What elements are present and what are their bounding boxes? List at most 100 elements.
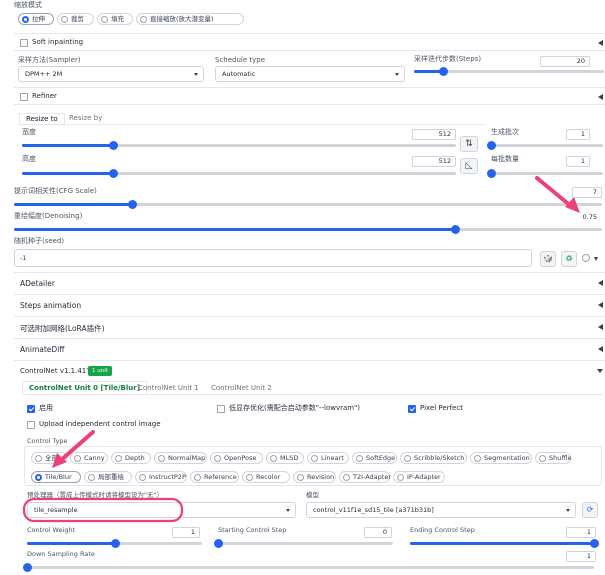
control-type-option-8[interactable]: Scribble/Sketch — [400, 452, 467, 464]
slider-fill — [410, 542, 594, 545]
preprocessor-value: tile_resample — [34, 506, 78, 514]
batch-size-slider[interactable] — [487, 169, 603, 178]
control-type-option-1[interactable]: Canny — [70, 452, 108, 464]
denoise-input[interactable]: 0.75 — [566, 212, 602, 223]
refresh-icon: ⟳ — [586, 505, 594, 514]
resize-mode-option-0[interactable]: 拉伸 — [18, 13, 54, 25]
tab-divider — [22, 394, 602, 395]
downsampling-slider[interactable] — [23, 563, 594, 572]
controlnet-header[interactable]: ControlNet v1.1.417 1 unit — [14, 360, 605, 378]
unit-count-badge: 1 unit — [88, 366, 112, 376]
steps-slider[interactable] — [414, 67, 604, 76]
slider-thumb[interactable] — [214, 539, 223, 548]
slider-fill — [27, 542, 115, 545]
control-type-option-6[interactable]: Lineart — [307, 452, 349, 464]
control-type-option-2-1[interactable]: 局部重绘 — [84, 471, 132, 483]
page: { "resize_mode": { "label": "缩放模式", "opt… — [0, 0, 605, 575]
slider-thumb[interactable] — [487, 169, 496, 178]
slider-thumb[interactable] — [23, 563, 32, 572]
lowvram-checkbox[interactable] — [217, 405, 225, 413]
slider-thumb[interactable] — [110, 539, 120, 548]
reuse-seed-button[interactable]: ♻ — [561, 251, 577, 267]
downsampling-label: Down Sampling Rate — [27, 550, 95, 558]
slider-thumb[interactable] — [109, 141, 119, 150]
width-input[interactable]: 512 — [412, 129, 456, 140]
resize-mode-option-1[interactable]: 裁剪 — [57, 13, 94, 25]
denoise-slider[interactable] — [14, 225, 602, 234]
accordion-steps-animation[interactable]: Steps animation — [14, 294, 605, 316]
control-type-option-2-6[interactable]: T2I-Adapter — [339, 471, 391, 483]
enable-checkbox[interactable] — [27, 405, 35, 413]
batch-count-slider[interactable] — [487, 141, 603, 150]
ending-step-slider[interactable] — [410, 539, 599, 548]
random-seed-button[interactable]: 🎲 — [540, 251, 556, 267]
control-type-option-2-2[interactable]: InstructP2P — [135, 471, 187, 483]
refresh-models-button[interactable]: ⟳ — [582, 502, 598, 518]
aspect-ratio-button[interactable]: ◺ — [460, 158, 478, 174]
control-type-option-2-7[interactable]: IP-Adapter — [393, 471, 445, 483]
accordion-adetailer[interactable]: ADetailer — [14, 272, 605, 294]
preprocessor-select[interactable]: tile_resample — [27, 502, 296, 518]
upload-independent-checkbox[interactable] — [27, 421, 35, 429]
tab-resize-by[interactable]: Resize by — [69, 114, 102, 122]
control-type-option-2-5[interactable]: Revision — [293, 471, 336, 483]
control-weight-slider[interactable] — [27, 539, 202, 548]
control-type-option-4[interactable]: OpenPose — [210, 452, 263, 464]
starting-step-slider[interactable] — [214, 539, 393, 548]
seed-input[interactable]: -1 — [14, 249, 532, 267]
control-type-option-5[interactable]: MLSD — [266, 452, 304, 464]
height-input[interactable]: 512 — [412, 156, 456, 167]
control-weight-input[interactable]: 1 — [172, 527, 200, 538]
control-type-option-7[interactable]: SoftEdge — [352, 452, 397, 464]
model-select[interactable]: control_v11f1e_sd15_tile [a371b31b] — [306, 502, 576, 518]
resize-mode-option-2[interactable]: 填充 — [97, 13, 133, 25]
control-type-option-2-3[interactable]: Reference — [190, 471, 239, 483]
control-type-option-0[interactable]: 全部 — [31, 452, 67, 464]
tab-controlnet-unit-1[interactable]: ControlNet Unit 1 — [138, 384, 199, 392]
soft-inpainting-checkbox[interactable] — [20, 39, 28, 47]
downsampling-input[interactable]: 1 — [566, 551, 596, 562]
collapse-arrow-icon[interactable] — [598, 94, 603, 100]
slider-thumb[interactable] — [451, 225, 460, 234]
height-slider[interactable] — [22, 169, 456, 178]
slider-fill — [22, 144, 114, 147]
starting-step-label: Starting Control Step — [218, 526, 287, 534]
slider-thumb[interactable] — [487, 141, 496, 150]
control-type-option-2[interactable]: Depth — [111, 452, 151, 464]
control-type-option-3[interactable]: NormalMap — [154, 452, 207, 464]
refiner-section[interactable]: Refiner — [14, 87, 605, 105]
batch-size-input[interactable]: 1 — [566, 156, 590, 167]
swap-dimensions-button[interactable]: ⇅ — [460, 136, 478, 152]
slider-thumb[interactable] — [127, 200, 137, 209]
schedule-select[interactable]: Automatic — [215, 66, 405, 82]
ending-step-label: Ending Control Step — [410, 526, 475, 534]
accordion-animatediff[interactable]: AnimateDiff — [14, 338, 605, 360]
steps-input[interactable]: 20 — [540, 56, 590, 67]
refiner-checkbox[interactable] — [20, 93, 28, 101]
starting-step-input[interactable]: 0 — [364, 527, 392, 538]
chevron-down-icon — [566, 509, 570, 512]
ending-step-input[interactable]: 1 — [566, 527, 596, 538]
refiner-label: Refiner — [32, 92, 57, 100]
control-type-option-2-0[interactable]: Tile/Blur — [31, 471, 81, 483]
sampler-select[interactable]: DPM++ 2M — [18, 66, 204, 82]
dropdown-arrow-icon[interactable] — [594, 257, 598, 261]
extra-seed-checkbox[interactable] — [582, 254, 590, 262]
collapse-arrow-icon[interactable] — [598, 40, 603, 46]
tab-controlnet-unit-2[interactable]: ControlNet Unit 2 — [211, 384, 272, 392]
width-slider[interactable] — [22, 141, 456, 150]
resize-mode-option-3[interactable]: 直接缩放(放大潜变量) — [136, 13, 244, 25]
slider-thumb[interactable] — [590, 539, 599, 548]
soft-inpainting-section[interactable]: Soft inpainting — [14, 33, 605, 51]
slider-thumb[interactable] — [438, 67, 448, 76]
slider-thumb[interactable] — [109, 169, 119, 178]
accordion-lora[interactable]: 可选附加网络(LoRA插件) — [14, 316, 605, 338]
cfg-slider[interactable] — [14, 200, 602, 209]
pixel-perfect-checkbox[interactable] — [408, 405, 416, 413]
control-type-option-2-4[interactable]: Recolor — [242, 471, 290, 483]
tab-controlnet-unit-0[interactable]: ControlNet Unit 0 [Tile/Blur] — [22, 381, 147, 395]
cfg-input[interactable]: 7 — [572, 187, 602, 198]
batch-count-input[interactable]: 1 — [566, 129, 590, 140]
control-type-option-9[interactable]: Segmentation — [470, 452, 532, 464]
control-type-option-10[interactable]: Shuffle — [535, 452, 572, 464]
